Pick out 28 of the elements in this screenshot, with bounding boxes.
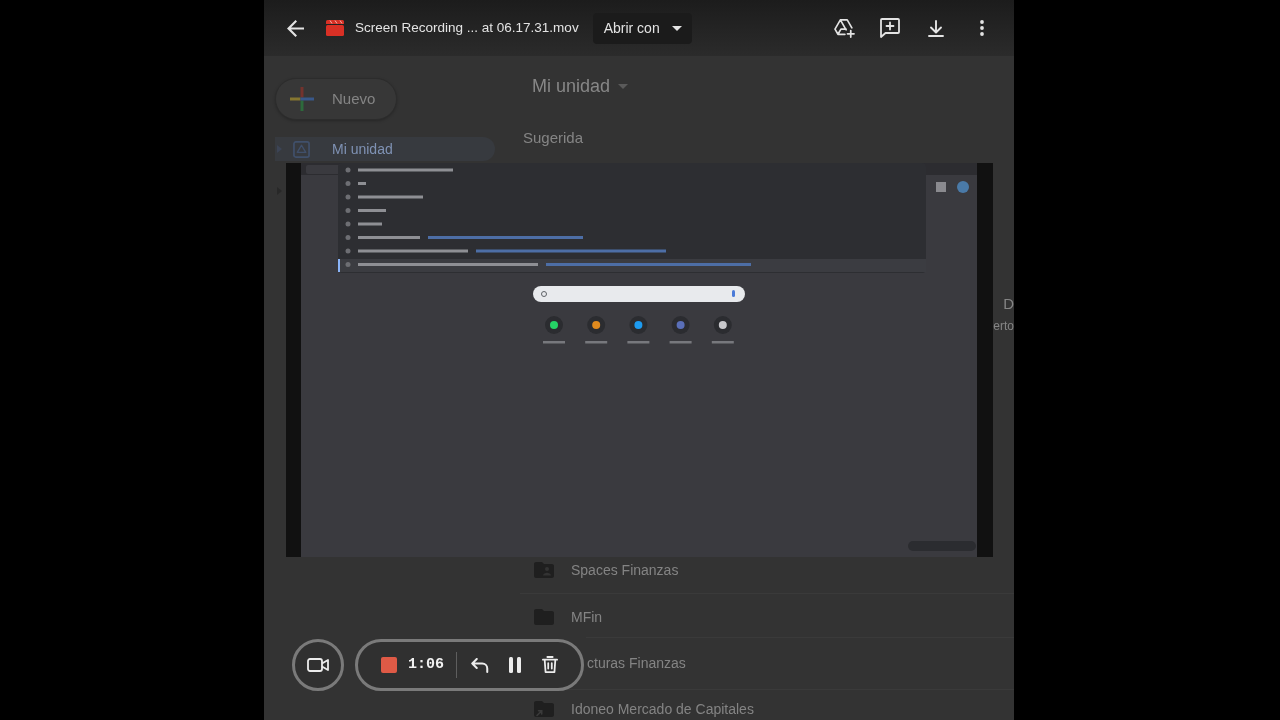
folder-list-item[interactable]: Spaces Finanzas xyxy=(520,556,1014,593)
folder-list-item[interactable]: MFin xyxy=(520,593,1014,637)
drive-icon xyxy=(293,140,310,158)
undo-icon xyxy=(471,657,489,673)
comment-add-icon xyxy=(880,18,900,38)
plus-icon xyxy=(290,87,314,111)
folder-list-item[interactable]: cturas Finanzas xyxy=(586,637,1014,689)
file-title: Screen Recording ... at 06.17.31.mov xyxy=(355,18,579,37)
new-button[interactable]: Nuevo xyxy=(275,78,397,120)
caret-down-icon xyxy=(618,83,629,89)
more-vertical-icon xyxy=(980,20,984,36)
caret-down-icon xyxy=(671,25,682,31)
camera-button[interactable] xyxy=(292,639,344,691)
elapsed-time: 1:06 xyxy=(408,656,444,674)
partial-text: erto xyxy=(993,318,1014,334)
drive-add-icon xyxy=(833,18,855,38)
pause-icon xyxy=(509,657,521,673)
sidebar-item[interactable]: Mi unidad xyxy=(275,137,495,161)
video-file-icon xyxy=(326,20,344,36)
open-with-button[interactable]: Abrir con xyxy=(592,12,692,44)
download-icon xyxy=(928,19,944,37)
video-camera-icon xyxy=(307,658,329,672)
trash-icon xyxy=(542,656,558,674)
shortcut-folder-icon xyxy=(534,701,554,717)
my-drive-dropdown[interactable]: Mi unidad xyxy=(532,74,629,98)
arrow-left-icon xyxy=(286,19,304,37)
partial-text: D xyxy=(1003,295,1014,313)
section-title: Sugerida xyxy=(523,129,584,147)
